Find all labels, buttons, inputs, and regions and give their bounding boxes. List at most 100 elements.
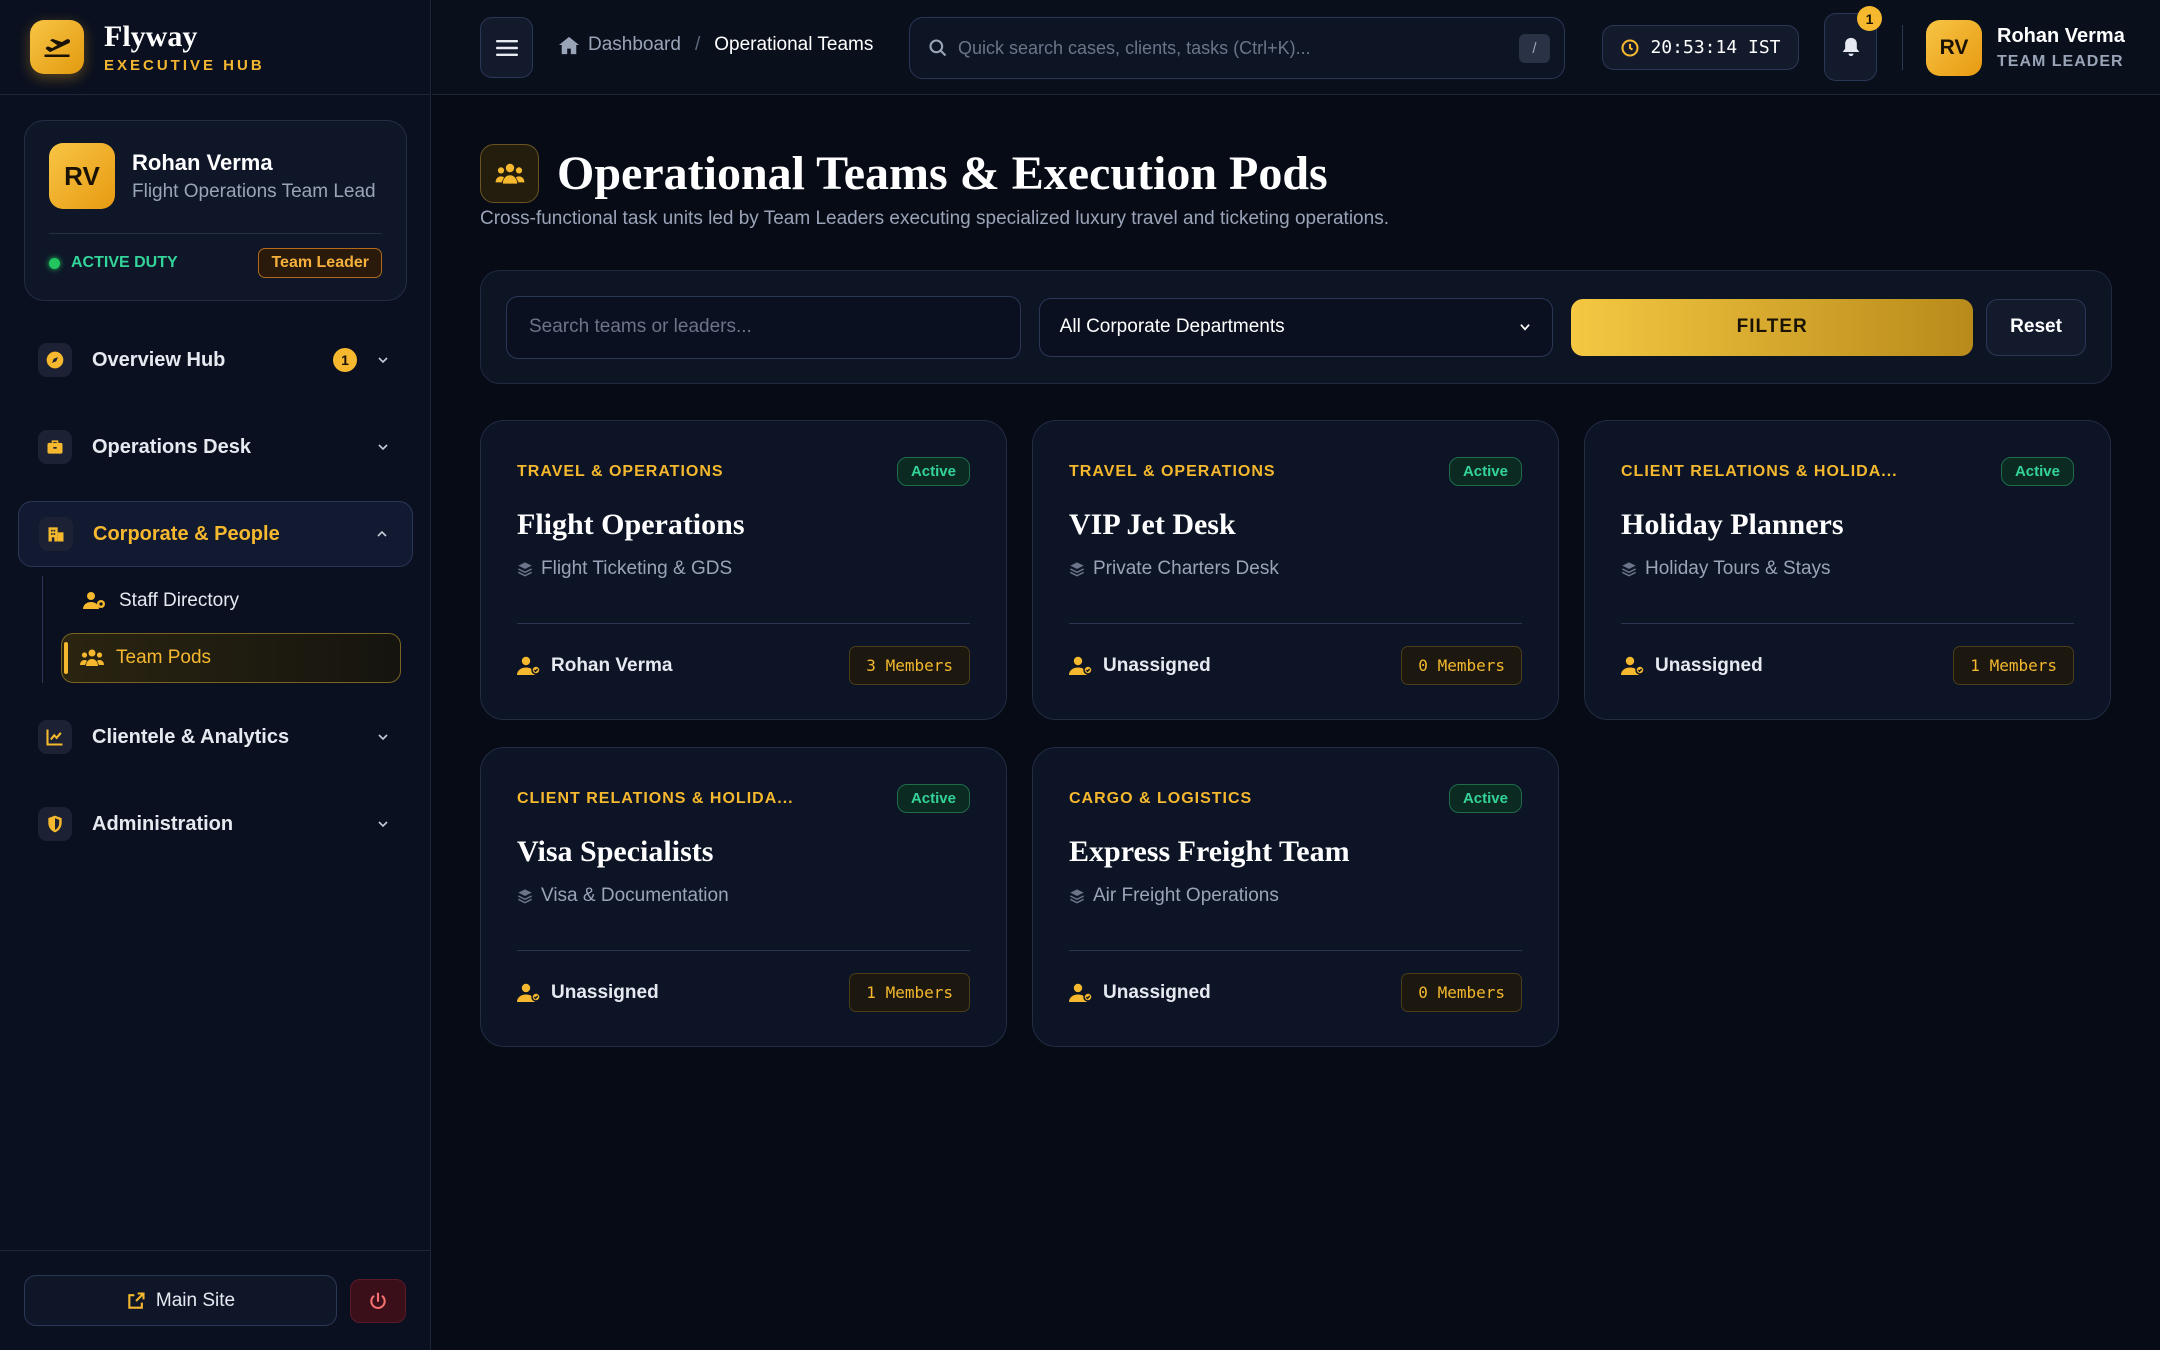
power-icon — [370, 1291, 386, 1309]
users-cog-icon — [83, 590, 107, 612]
sidebar: Flyway EXECUTIVE HUB RV Rohan Verma Flig… — [0, 0, 431, 1350]
sidebar-item-label: Staff Directory — [119, 590, 240, 611]
sidebar-item-label: Administration — [92, 812, 234, 835]
sidebar-item-clientele-analytics[interactable]: Clientele & Analytics — [18, 704, 413, 770]
notification-count-badge: 1 — [1857, 6, 1882, 31]
team-card[interactable]: TRAVEL & OPERATIONS Active Flight Operat… — [480, 420, 1007, 720]
breadcrumb-separator: / — [694, 34, 701, 55]
divider — [1902, 25, 1903, 70]
team-card[interactable]: CARGO & LOGISTICS Active Express Freight… — [1032, 747, 1559, 1047]
department-select[interactable]: All Corporate Departments — [1038, 297, 1554, 357]
team-card[interactable]: CLIENT RELATIONS & HOLIDA... Active Visa… — [480, 747, 1007, 1047]
building-icon — [39, 517, 73, 551]
status-badge: Active — [896, 457, 970, 486]
team-department: TRAVEL & OPERATIONS — [517, 462, 724, 480]
team-leader: Unassigned — [1655, 654, 1763, 676]
user-role: TEAM LEADER — [1997, 53, 2124, 70]
member-count-badge: 1 Members — [849, 973, 970, 1012]
breadcrumb-home[interactable]: Dashboard — [588, 34, 681, 56]
user-lead-icon — [1621, 656, 1645, 675]
role-badge: Team Leader — [258, 248, 382, 278]
member-count-badge: 0 Members — [1401, 973, 1522, 1012]
notifications-button[interactable]: 1 — [1824, 6, 1882, 81]
home-icon[interactable] — [558, 35, 580, 55]
team-desk: Private Charters Desk — [1093, 558, 1279, 579]
profile-role: Flight Operations Team Lead — [132, 180, 376, 202]
breadcrumb: Dashboard / Operational Teams — [558, 34, 873, 56]
team-card[interactable]: TRAVEL & OPERATIONS Active VIP Jet Desk … — [1032, 420, 1559, 720]
sidebar-item-label: Overview Hub — [92, 348, 226, 371]
status-badge: Active — [2000, 457, 2074, 486]
user-lead-icon — [1069, 983, 1093, 1002]
status-dot-icon — [49, 257, 60, 269]
layers-icon — [1070, 562, 1084, 577]
logout-button[interactable] — [350, 1278, 406, 1323]
member-count-badge: 1 Members — [1953, 646, 2074, 685]
team-name: Holiday Planners — [1621, 508, 1844, 541]
sidebar-item-administration[interactable]: Administration — [18, 791, 413, 857]
avatar: RV — [49, 143, 115, 209]
hamburger-icon — [495, 39, 518, 56]
divider — [1069, 623, 1522, 624]
search-shortcut-key: / — [1519, 33, 1550, 63]
divider — [517, 623, 970, 624]
sidebar-item-operations-desk[interactable]: Operations Desk — [18, 414, 413, 480]
chevron-down-icon — [378, 444, 388, 451]
team-desk: Holiday Tours & Stays — [1645, 558, 1831, 579]
team-leader: Unassigned — [1103, 654, 1211, 676]
divider — [1069, 950, 1522, 951]
team-name: Visa Specialists — [517, 835, 714, 868]
shield-icon — [38, 807, 72, 841]
people-group-icon — [80, 647, 104, 669]
brand-name: Flyway — [104, 20, 198, 53]
bell-icon — [1842, 37, 1859, 57]
chevron-down-icon — [378, 821, 388, 828]
team-department: TRAVEL & OPERATIONS — [1069, 462, 1276, 480]
chevron-down-icon — [378, 357, 388, 364]
clock-display: 20:53:14 IST — [1602, 25, 1799, 70]
filter-bar: All Corporate Departments FILTER Reset — [480, 270, 2112, 384]
main-site-button[interactable]: Main Site — [24, 1275, 337, 1326]
team-department: CLIENT RELATIONS & HOLIDA... — [1621, 462, 1898, 480]
brand: Flyway EXECUTIVE HUB — [0, 0, 430, 95]
sidebar-footer: Main Site — [0, 1250, 431, 1350]
clock-icon — [1621, 38, 1640, 57]
chevron-down-icon — [378, 734, 388, 741]
user-lead-icon — [1069, 656, 1093, 675]
member-count-badge: 0 Members — [1401, 646, 1522, 685]
sidebar-item-label: Clientele & Analytics — [92, 725, 290, 748]
reset-button[interactable]: Reset — [1986, 298, 2086, 356]
team-card[interactable]: CLIENT RELATIONS & HOLIDA... Active Holi… — [1584, 420, 2111, 720]
page-subtitle: Cross-functional task units led by Team … — [480, 208, 1389, 229]
user-lead-icon — [517, 983, 541, 1002]
avatar: RV — [1926, 20, 1982, 76]
breadcrumb-current: Operational Teams — [714, 34, 874, 55]
sidebar-item-staff-directory[interactable]: Staff Directory — [65, 576, 413, 626]
member-count-badge: 3 Members — [849, 646, 970, 685]
team-leader: Unassigned — [551, 981, 659, 1003]
filter-button[interactable]: FILTER — [1571, 298, 1974, 356]
sidebar-item-corporate-people[interactable]: Corporate & People — [18, 501, 413, 567]
layers-icon — [1070, 889, 1084, 904]
profile-name: Rohan Verma — [132, 149, 273, 175]
search-input[interactable] — [958, 37, 1519, 59]
plane-logo-icon[interactable] — [30, 20, 84, 74]
duty-status: ACTIVE DUTY — [49, 254, 178, 272]
chevron-up-icon — [377, 530, 387, 537]
main-content: Operational Teams & Execution Pods Cross… — [432, 96, 2160, 1350]
team-desk: Visa & Documentation — [541, 885, 729, 906]
top-header: Dashboard / Operational Teams / 20:53:14… — [432, 0, 2160, 95]
briefcase-icon — [38, 430, 72, 464]
user-menu[interactable]: RV Rohan Verma TEAM LEADER — [1926, 20, 2125, 76]
status-badge: Active — [896, 784, 970, 813]
team-leader: Unassigned — [1103, 981, 1211, 1003]
chart-line-icon — [38, 720, 72, 754]
compass-icon — [38, 343, 72, 377]
brand-subtitle: EXECUTIVE HUB — [104, 57, 265, 74]
team-leader: Rohan Verma — [551, 654, 673, 676]
sidebar-item-overview-hub[interactable]: Overview Hub 1 — [18, 327, 413, 393]
divider — [1621, 623, 2074, 624]
team-search-input[interactable] — [506, 295, 1021, 359]
menu-toggle-button[interactable] — [480, 17, 533, 78]
sidebar-item-team-pods[interactable]: Team Pods — [61, 633, 401, 683]
